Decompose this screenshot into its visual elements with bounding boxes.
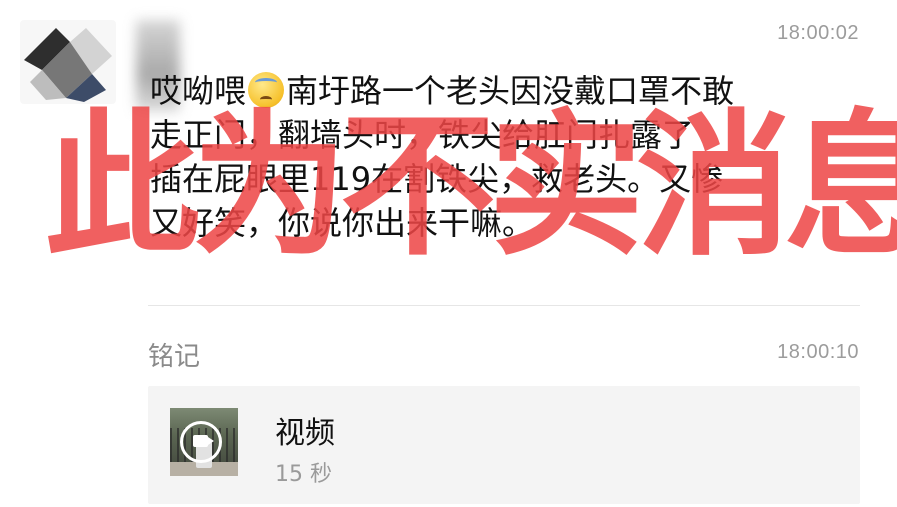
video-thumbnail[interactable] xyxy=(170,408,238,476)
avatar[interactable] xyxy=(20,20,116,104)
video-camera-icon xyxy=(193,435,214,447)
video-duration: 15 秒 xyxy=(275,462,332,487)
sender-name[interactable]: 铭记 xyxy=(148,336,200,373)
message-timestamp: 18:00:10 xyxy=(777,341,859,363)
false-information-watermark: 此为不实消息 xyxy=(44,95,897,277)
video-title: 视频 xyxy=(275,416,335,451)
avatar-logo-icon xyxy=(24,28,112,102)
divider xyxy=(148,305,860,306)
message-timestamp: 18:00:02 xyxy=(777,22,859,44)
video-message-card[interactable]: 视频 15 秒 xyxy=(148,386,860,504)
